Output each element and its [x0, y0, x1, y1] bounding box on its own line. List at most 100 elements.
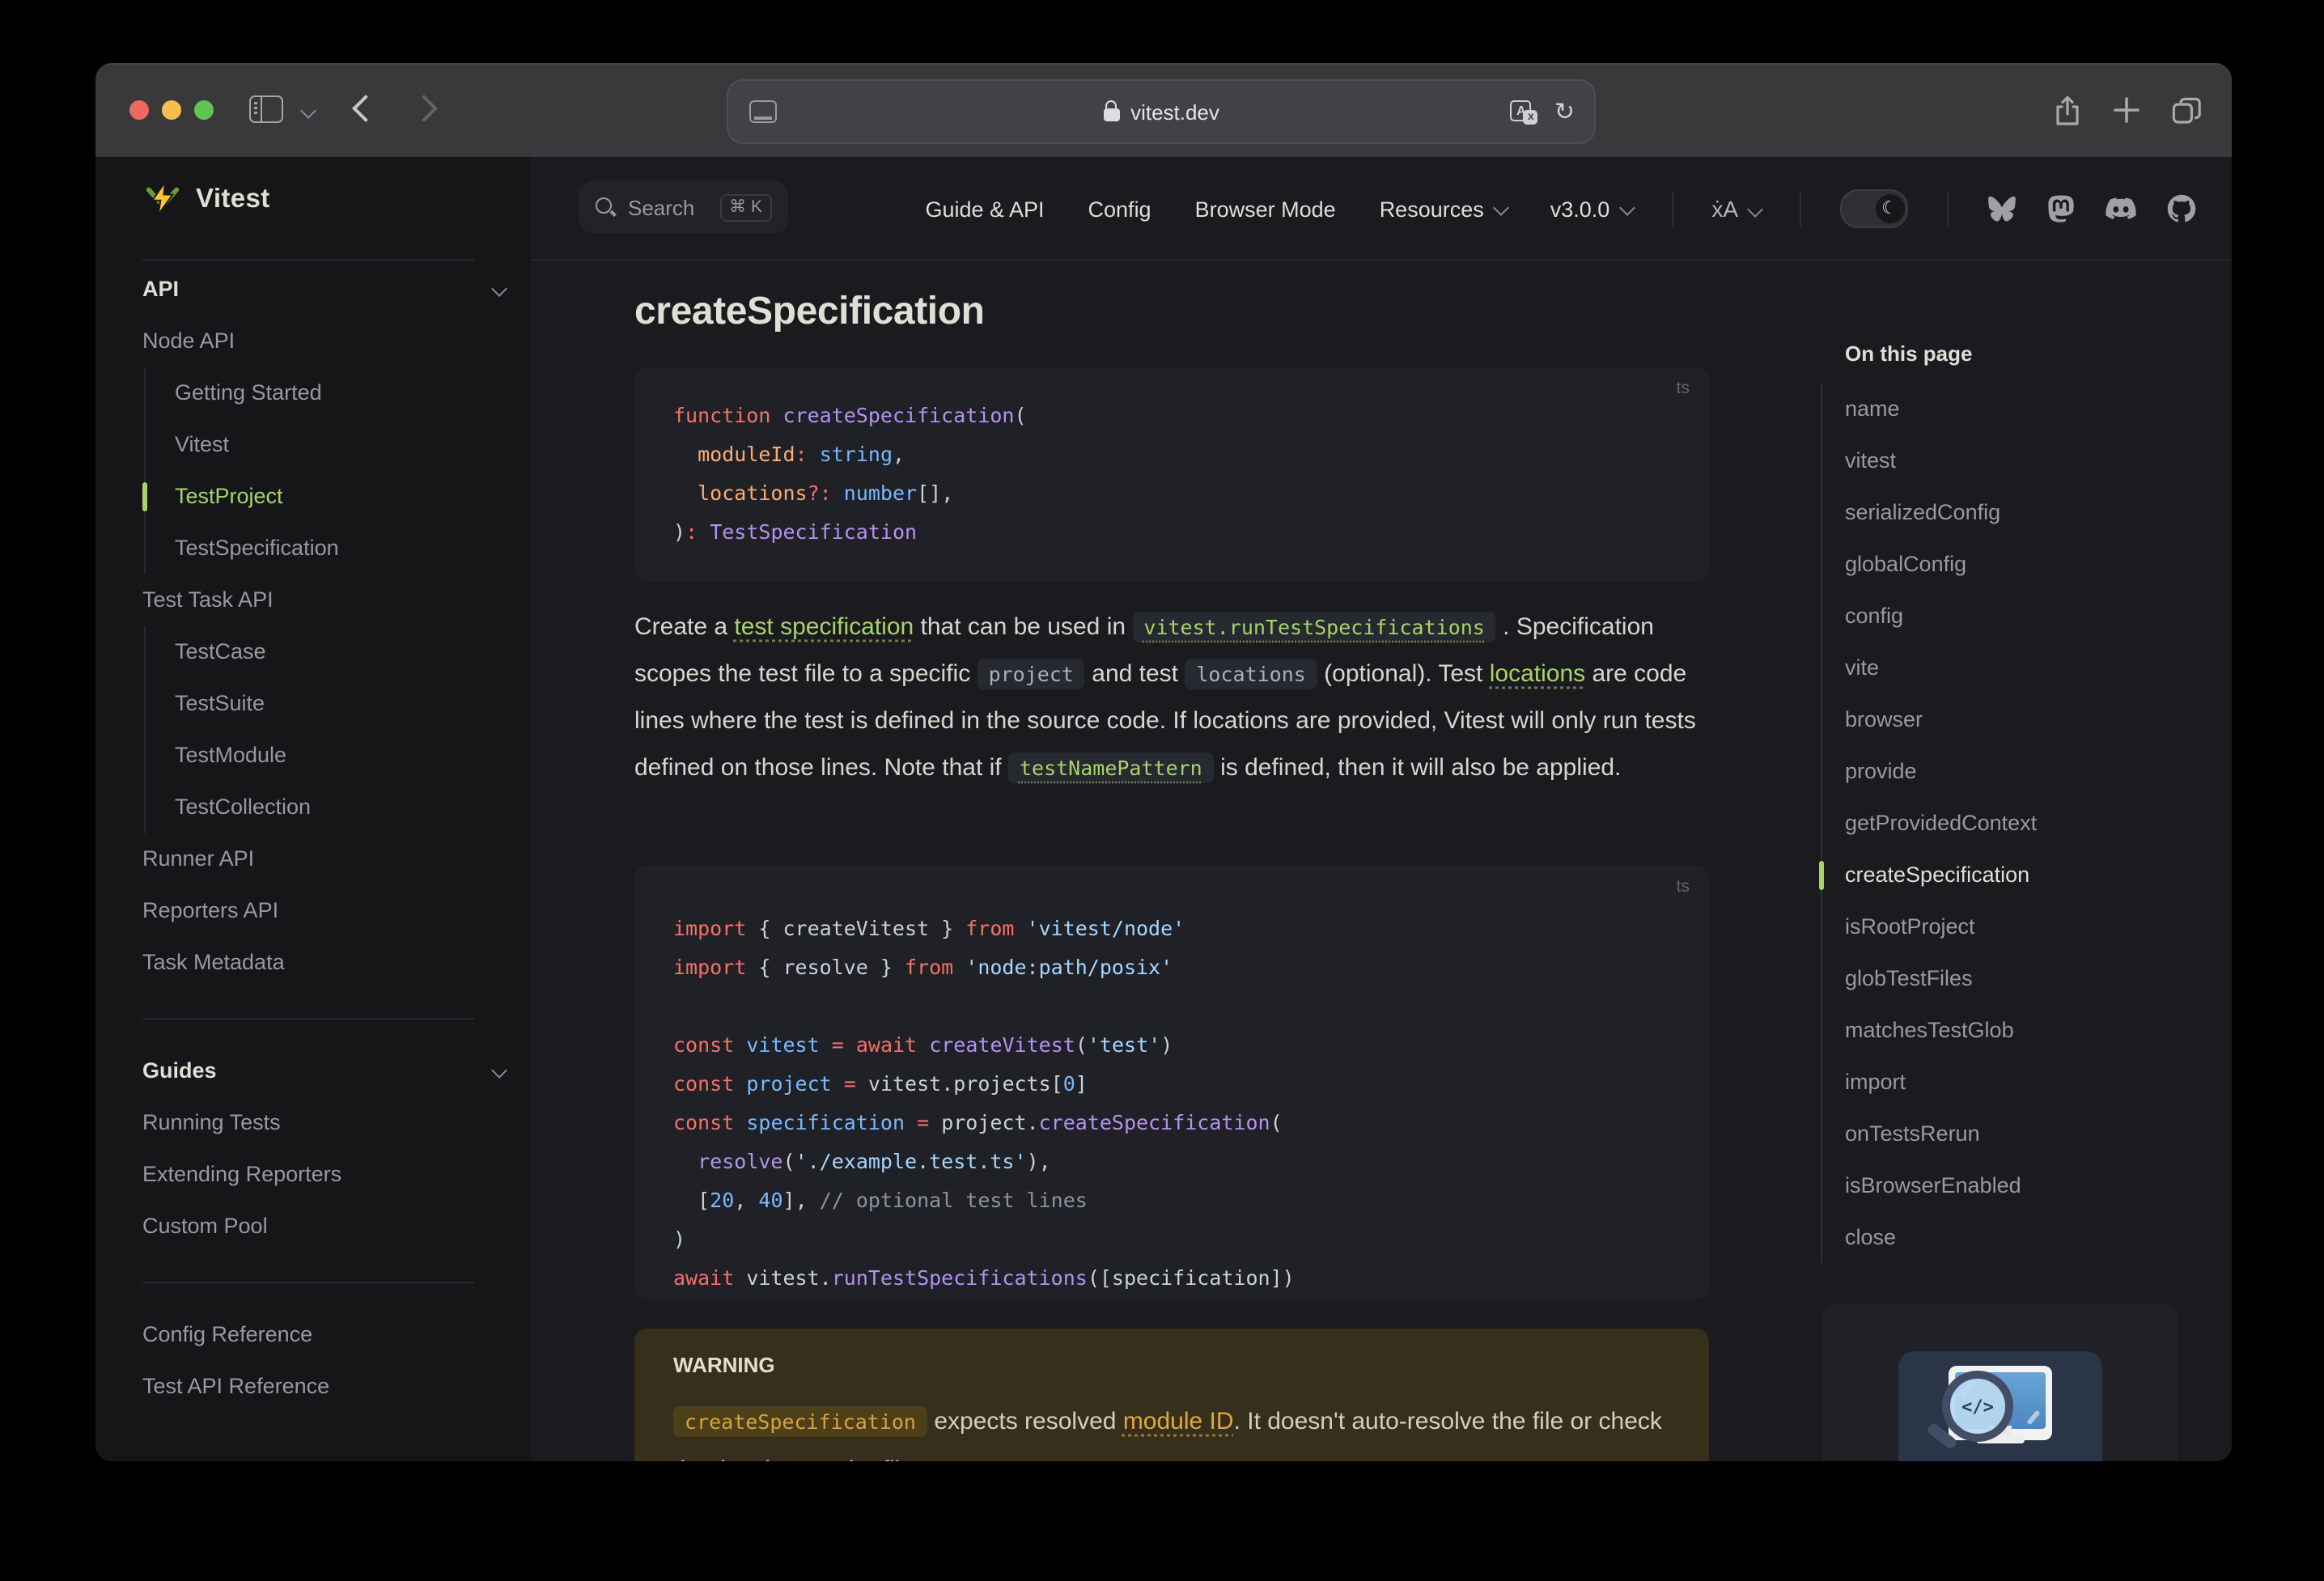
sidebar-item-testproject[interactable]: TestProject — [142, 471, 531, 523]
theme-toggle[interactable]: ☾ — [1840, 189, 1908, 228]
close-window-button[interactable] — [129, 100, 149, 120]
chevron-down-icon[interactable] — [300, 103, 316, 119]
nav-link-guide-api[interactable]: Guide & API — [925, 197, 1044, 221]
sidebar-item-extending-reporters[interactable]: Extending Reporters — [95, 1149, 531, 1201]
sidebar-section-guides[interactable]: Guides — [95, 1045, 531, 1097]
translate-icon[interactable]: A x — [1510, 100, 1538, 124]
outline-item-provide[interactable]: provide — [1845, 746, 2177, 798]
bluesky-icon[interactable] — [1987, 196, 2017, 222]
outline-item-browser[interactable]: browser — [1845, 694, 2177, 746]
sidebar-item-running-tests[interactable]: Running Tests — [95, 1097, 531, 1149]
inline-link[interactable]: testNamePattern — [1007, 752, 1214, 783]
code-block-example: ts import { createVitest } from 'vitest/… — [634, 866, 1709, 1299]
outline-item-ontestsrerun[interactable]: onTestsRerun — [1845, 1108, 2177, 1160]
zoom-window-button[interactable] — [194, 100, 214, 120]
sidebar-item-testsuite[interactable]: TestSuite — [146, 678, 531, 730]
code-line: await vitest.runTestSpecifications([spec… — [673, 1265, 1295, 1290]
tab-overview-icon[interactable] — [2172, 96, 2203, 124]
outline-item-close[interactable]: close — [1845, 1212, 2177, 1264]
sidebar-item-custom-pool[interactable]: Custom Pool — [95, 1201, 531, 1253]
minimize-window-button[interactable] — [162, 100, 181, 120]
sidebar-item-test-api-reference[interactable]: Test API Reference — [95, 1361, 531, 1413]
outline-item-globtestfiles[interactable]: globTestFiles — [1845, 953, 2177, 1005]
url-text: vitest.dev — [1130, 100, 1219, 124]
sidebar-section-api[interactable]: API — [95, 264, 531, 316]
sidebar-item-getting-started[interactable]: Getting Started — [146, 367, 531, 419]
divider — [1947, 191, 1949, 227]
chevron-down-icon — [1747, 201, 1763, 217]
inline-link[interactable]: vitest.runTestSpecifications — [1132, 612, 1496, 642]
titlebar-actions — [2054, 63, 2203, 157]
outline-item-vitest[interactable]: vitest — [1845, 435, 2177, 487]
outline-item-getprovidedcontext[interactable]: getProvidedContext — [1845, 798, 2177, 850]
ad-card[interactable]: </> — [1822, 1304, 2178, 1461]
outline-item-import[interactable]: import — [1845, 1057, 2177, 1108]
moon-icon: ☾ — [1881, 197, 1898, 218]
language-switcher[interactable]: ẋA — [1711, 196, 1763, 222]
inline-code[interactable]: project — [977, 659, 1085, 689]
mastodon-icon[interactable] — [2047, 194, 2075, 223]
text: Create a — [634, 613, 735, 641]
nav-link-resources[interactable]: Resources — [1380, 197, 1509, 221]
share-icon[interactable] — [2054, 95, 2081, 125]
sidebar-item-testcollection[interactable]: TestCollection — [146, 782, 531, 833]
translate-x-glyph: x — [1523, 109, 1538, 124]
sidebar-toggle-icon[interactable] — [249, 95, 283, 123]
nav-link-v3-0-0[interactable]: v3.0.0 — [1550, 197, 1635, 221]
outline-item-matchestestglob[interactable]: matchesTestGlob — [1845, 1005, 2177, 1057]
inline-code[interactable]: createSpecification — [673, 1406, 927, 1437]
code-lines: function createSpecification( moduleId: … — [673, 396, 1670, 552]
browser-window: vitest.dev A x ↻ Vitest API Node API Get… — [95, 63, 2232, 1461]
vitest-logo[interactable]: Vitest — [144, 170, 270, 228]
sidebar-item-runner-api[interactable]: Runner API — [95, 833, 531, 885]
address-bar[interactable]: vitest.dev A x ↻ — [727, 79, 1596, 144]
nav-link-browser-mode[interactable]: Browser Mode — [1195, 197, 1336, 221]
page-outline: name vitest serializedConfig globalConfig co… — [1819, 384, 2177, 1264]
github-icon[interactable] — [2167, 194, 2196, 223]
back-button[interactable] — [352, 95, 380, 122]
active-indicator — [1819, 861, 1824, 890]
sidebar-item-task-metadata[interactable]: Task Metadata — [95, 937, 531, 989]
text: is defined, then it will also be applied… — [1213, 754, 1622, 782]
chevron-down-icon — [1492, 199, 1509, 216]
text: expects resolved — [927, 1408, 1123, 1435]
sidebar-item-vitest[interactable]: Vitest — [146, 419, 531, 471]
sidebar-item-testmodule[interactable]: TestModule — [146, 730, 531, 782]
inline-link[interactable]: locations — [1490, 660, 1585, 688]
sidebar-item-testcase[interactable]: TestCase — [146, 626, 531, 678]
outline-item-name[interactable]: name — [1845, 384, 2177, 435]
sidebar-item-config-reference[interactable]: Config Reference — [95, 1309, 531, 1361]
forward-button[interactable] — [410, 95, 438, 122]
outline-item-vite[interactable]: vite — [1845, 642, 2177, 694]
code-line: const specification = project.createSpec… — [673, 1110, 1283, 1134]
discord-icon[interactable] — [2106, 197, 2136, 221]
outline-item-isrootproject[interactable]: isRootProject — [1845, 901, 2177, 953]
outline-item-serializedconfig[interactable]: serializedConfig — [1845, 487, 2177, 539]
new-tab-icon[interactable] — [2112, 95, 2141, 125]
code-line: [20, 40], // optional test lines — [673, 1188, 1088, 1212]
nav-link-config[interactable]: Config — [1088, 197, 1151, 221]
inline-link[interactable]: test specification — [734, 613, 914, 641]
page-settings-icon[interactable] — [749, 100, 777, 123]
code-line: ): TestSpecification — [673, 519, 918, 544]
search-button[interactable]: Search ⌘ K — [579, 181, 788, 233]
outline-item-isbrowserenabled[interactable]: isBrowserEnabled — [1845, 1160, 2177, 1212]
sidebar-divider — [142, 1018, 474, 1019]
sidebar-item-node-api[interactable]: Node API — [95, 316, 531, 367]
text: (optional). Test — [1317, 660, 1490, 688]
sidebar-item-testspecification[interactable]: TestSpecification — [146, 523, 531, 574]
sidebar-item-test-task-api[interactable]: Test Task API — [95, 574, 531, 626]
inline-link[interactable]: module ID — [1123, 1408, 1234, 1435]
logo-text: Vitest — [196, 184, 270, 213]
outline-item-globalconfig[interactable]: globalConfig — [1845, 539, 2177, 591]
reload-icon[interactable]: ↻ — [1554, 99, 1575, 124]
code-line: ) — [673, 1227, 686, 1251]
lock-icon — [1103, 100, 1120, 121]
inline-code[interactable]: locations — [1185, 659, 1317, 689]
outline-item-createspecification[interactable]: createSpecification — [1819, 850, 2177, 901]
search-label: Search — [628, 195, 695, 219]
sidebar-item-reporters-api[interactable]: Reporters API — [95, 885, 531, 937]
outline-item-config[interactable]: config — [1845, 591, 2177, 642]
code-language-label: ts — [1676, 379, 1690, 398]
